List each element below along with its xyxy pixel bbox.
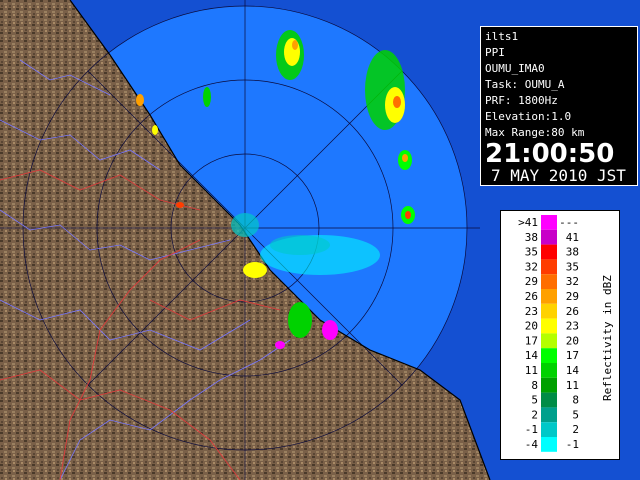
info-panel: ilts1 PPI OUMU_IMA0 Task: OUMU_A PRF: 18… xyxy=(480,26,638,186)
legend-lower-value: -4 xyxy=(525,438,539,451)
legend-upper-value: 41 xyxy=(566,231,579,244)
legend-swatch xyxy=(541,363,557,378)
legend-scale: >41 ---38 4135 3832 3529 3226 2923 2620 2317 2014… xyxy=(518,215,614,452)
legend-upper-value: 5 xyxy=(572,408,579,421)
legend-upper-value: 26 xyxy=(566,305,579,318)
elevation-label: Elevation:1.0 xyxy=(485,110,572,123)
legend-row: >41 --- xyxy=(518,215,579,230)
legend-lower-value: 17 xyxy=(525,334,538,347)
legend-swatch xyxy=(541,289,557,304)
legend-row: 25 xyxy=(531,407,579,423)
legend-lower-value: 38 xyxy=(525,231,538,244)
time-display: 21:00:50 xyxy=(485,139,615,169)
legend-row: 23 26 xyxy=(525,303,579,319)
legend-row: 14 17 xyxy=(525,348,579,363)
legend-lower-value: 2 xyxy=(531,408,538,421)
legend-lower-value: 26 xyxy=(525,290,538,303)
legend-lower-value: -1 xyxy=(525,423,538,436)
legend-swatch xyxy=(541,215,557,230)
legend-swatch xyxy=(541,259,557,275)
legend-upper-value: -1 xyxy=(566,438,579,451)
legend-row: 32 35 xyxy=(525,259,579,275)
legend-upper-value: 38 xyxy=(566,246,579,259)
legend-row: 38 41 xyxy=(525,229,579,245)
legend-lower-value: 20 xyxy=(525,320,538,333)
legend-upper-value: 2 xyxy=(572,423,579,436)
legend-lower-value: 35 xyxy=(525,246,538,259)
legend-swatch xyxy=(541,333,557,349)
legend-upper-value: 29 xyxy=(566,290,579,303)
date-display: 7 MAY 2010 JST xyxy=(485,167,633,186)
legend-row: 35 38 xyxy=(525,244,579,260)
legend-axis-label: Reflectivity in dBZ xyxy=(601,275,614,401)
legend-upper-value: 8 xyxy=(572,394,579,407)
legend-upper-value: 20 xyxy=(566,334,579,347)
legend-swatch xyxy=(541,303,557,319)
legend-upper-value: 32 xyxy=(566,275,579,288)
prf-label: PRF: 1800Hz xyxy=(485,94,558,107)
legend-lower-value: 5 xyxy=(531,394,538,407)
legend-upper-value: 11 xyxy=(566,379,579,392)
legend-row: 29 32 xyxy=(525,274,579,289)
legend-upper-value: 14 xyxy=(566,364,580,377)
legend-upper-value: --- xyxy=(559,216,579,229)
legend-swatch xyxy=(541,274,557,289)
legend-row: -4 -1 xyxy=(525,437,579,452)
legend-row: 8 11 xyxy=(531,377,579,393)
legend-swatch xyxy=(541,348,557,363)
legend-lower-value: >41 xyxy=(518,216,538,229)
legend-swatch xyxy=(541,422,557,437)
legend-row: 58 xyxy=(531,392,579,408)
legend-lower-value: 29 xyxy=(525,275,538,288)
station-label: ilts1 xyxy=(485,30,519,43)
legend-swatch xyxy=(541,229,557,245)
site-label: OUMU_IMA0 xyxy=(485,62,545,75)
legend-lower-value: 32 xyxy=(525,260,538,273)
legend-lower-value: 8 xyxy=(531,379,538,392)
legend-swatch xyxy=(541,377,557,393)
legend-swatch xyxy=(541,437,557,452)
legend-lower-value: 14 xyxy=(525,349,539,362)
legend-swatch xyxy=(541,407,557,423)
legend-row: 17 20 xyxy=(525,333,579,349)
legend-lower-value: 11 xyxy=(525,364,538,377)
scan-type-label: PPI xyxy=(485,46,505,59)
legend-upper-value: 23 xyxy=(566,320,579,333)
legend-swatch xyxy=(541,392,557,408)
color-legend: >41 --- 38 41 35 38 32 35 29 32 26 29 23 26 20 23 17 20 14… xyxy=(500,210,620,460)
legend-row: 26 29 xyxy=(525,289,579,304)
legend-upper-value: 35 xyxy=(566,260,579,273)
legend-row: 11 14 xyxy=(525,363,580,378)
task-label: Task: OUMU_A xyxy=(485,78,565,91)
legend-swatch xyxy=(541,244,557,260)
legend-row: 20 23 xyxy=(525,318,579,334)
legend-swatch xyxy=(541,318,557,334)
legend-upper-value: 17 xyxy=(566,349,579,362)
legend-lower-value: 23 xyxy=(525,305,538,318)
legend-row: -1 2 xyxy=(525,422,579,437)
